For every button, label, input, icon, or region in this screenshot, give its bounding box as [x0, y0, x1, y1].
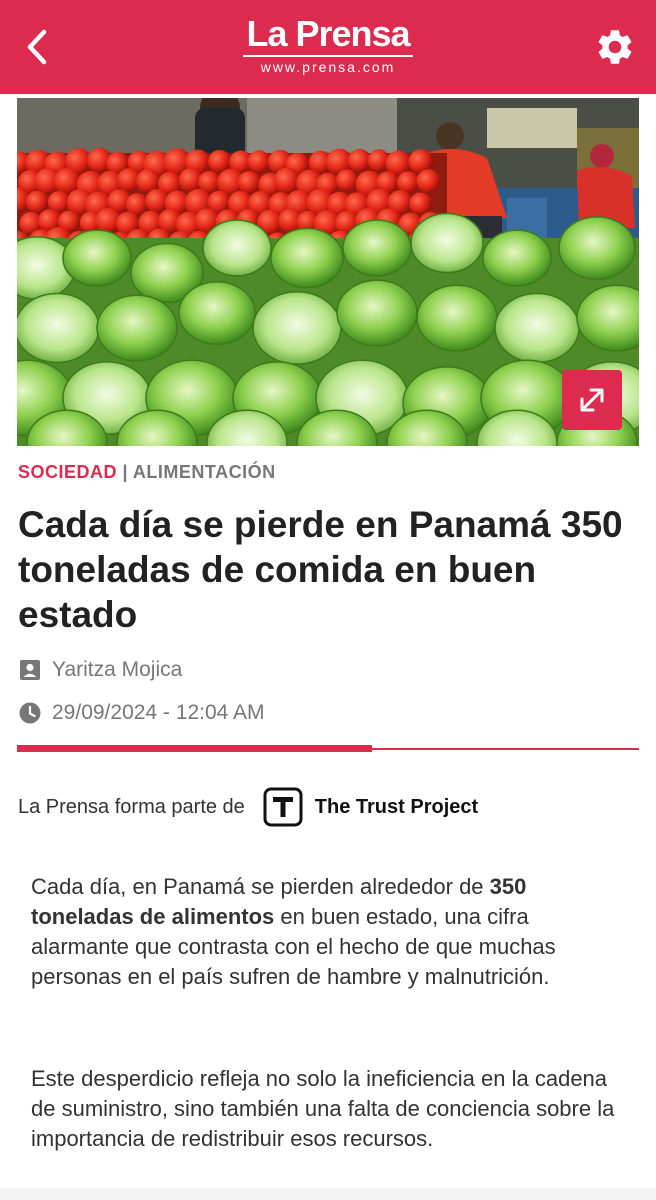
logo-rule [243, 55, 413, 57]
tomato [416, 169, 441, 194]
date-row: 29/09/2024 - 12:04 AM [18, 701, 265, 725]
paragraph-1-start: Cada día, en Panamá se pierden alrededor… [31, 874, 484, 899]
lettuce-head [342, 219, 412, 277]
lettuce-head [410, 212, 484, 274]
reading-progress-fill [17, 745, 372, 752]
tomato [409, 192, 432, 215]
lettuce-head [178, 281, 256, 345]
person-badge-icon [20, 660, 40, 680]
reading-progress-bar [17, 745, 639, 752]
app-header: La Prensa www.prensa.com [0, 0, 656, 94]
category-link[interactable]: SOCIEDAD [18, 462, 117, 482]
settings-button[interactable] [594, 26, 636, 68]
lettuce-head [202, 219, 272, 277]
trust-project-logo-icon [263, 787, 303, 827]
lettuce-head [558, 216, 636, 280]
tomato [237, 170, 261, 194]
author-row: Yaritza Mojica [18, 658, 182, 682]
tomato [247, 150, 271, 174]
article-paragraph-2: Este desperdicio refleja no solo la inef… [31, 1066, 615, 1151]
trust-intro-text: La Prensa forma parte de [18, 795, 245, 818]
lettuce-head [62, 229, 132, 287]
produce-market-illustration [17, 98, 639, 446]
category-separator: | [122, 462, 129, 482]
trust-project-name: The Trust Project [314, 795, 479, 818]
lettuce-head [270, 227, 344, 289]
subcategory-link[interactable]: ALIMENTACIÓN [133, 462, 276, 482]
clock-icon [19, 702, 41, 724]
trust-project-link[interactable]: The Trust Project [263, 787, 478, 827]
back-button[interactable] [18, 24, 58, 70]
hero-image[interactable] [17, 98, 639, 446]
lettuce-head [416, 284, 498, 352]
expand-image-button[interactable] [562, 370, 622, 430]
lettuce-head [494, 292, 580, 364]
trust-project-banner: La Prensa forma parte de The Trust Proje… [18, 787, 478, 827]
lettuce-head [252, 291, 342, 365]
lettuce-head [336, 279, 418, 347]
publish-date: 29/09/2024 - 12:04 AM [52, 701, 265, 724]
la-prensa-logo: La Prensa www.prensa.com [200, 14, 456, 75]
logo-title: La Prensa [246, 13, 410, 54]
expand-arrows-icon [580, 388, 604, 412]
lettuce-head [482, 229, 552, 287]
bottom-strip [0, 1188, 656, 1200]
article-headline: Cada día se pierde en Panamá 350 tonelad… [18, 504, 623, 635]
lettuce-head [96, 294, 178, 362]
tomato [26, 190, 49, 214]
article-category: SOCIEDAD | ALIMENTACIÓN [18, 462, 276, 483]
tomato [273, 167, 301, 194]
tomato [336, 169, 359, 192]
gear-icon [598, 30, 632, 64]
author-name[interactable]: Yaritza Mojica [52, 658, 182, 682]
lettuce-head [17, 292, 100, 364]
logo-url: www.prensa.com [260, 59, 396, 75]
chevron-left-icon [27, 29, 47, 65]
article-paragraph-1: Cada día, en Panamá se pierden alrededor… [31, 872, 631, 992]
